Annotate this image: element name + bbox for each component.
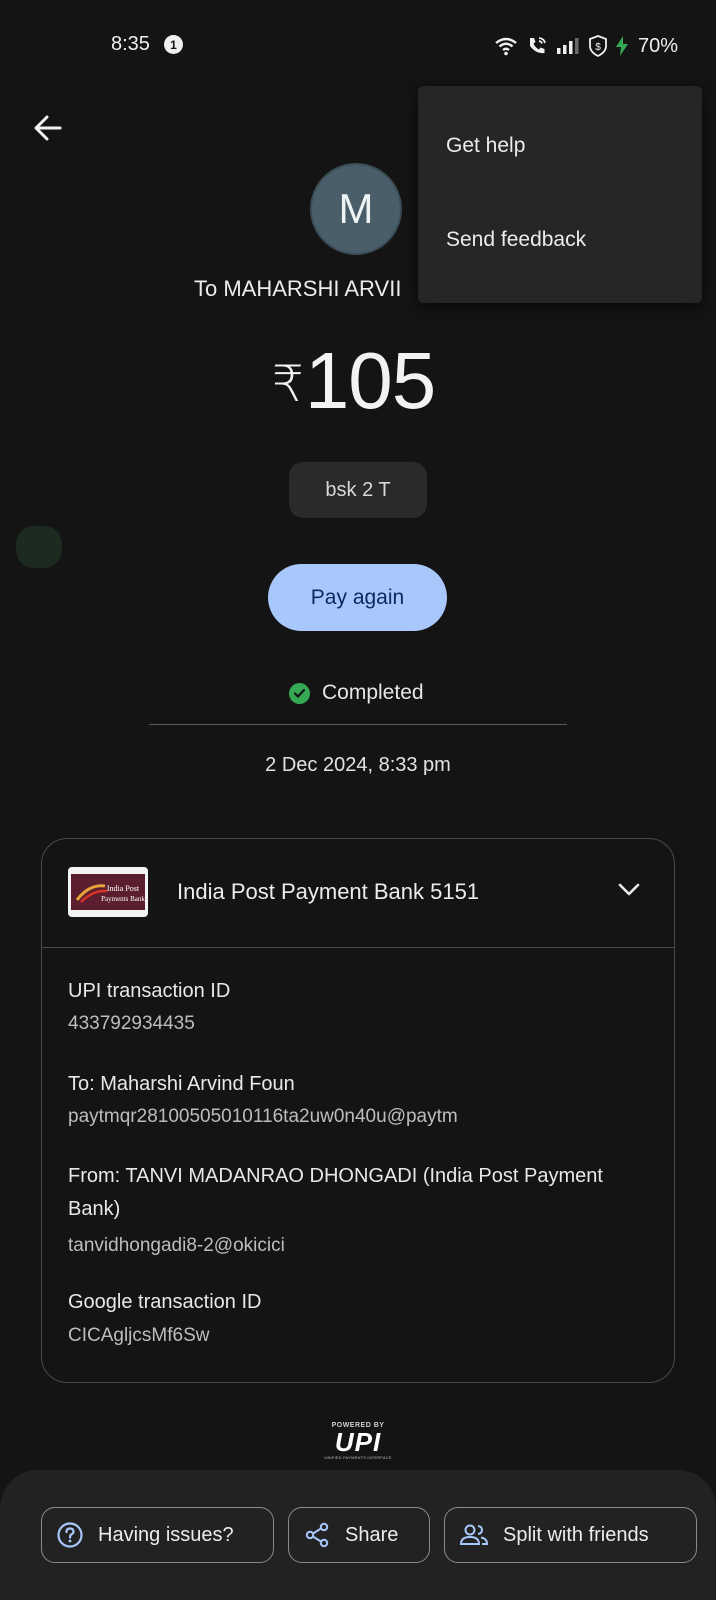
svg-text:Payments Bank: Payments Bank bbox=[101, 895, 145, 903]
recipient-label: To: Maharshi Arvind Foun bbox=[68, 1073, 295, 1095]
amount: ₹ 105 bbox=[272, 335, 436, 427]
floating-overlay-bubble[interactable] bbox=[16, 526, 62, 568]
shield-dollar-icon: $ bbox=[589, 35, 607, 57]
status-time: 8:35 bbox=[111, 33, 150, 55]
svg-text:$: $ bbox=[595, 42, 601, 53]
upi-transaction-id-value: 433792934435 bbox=[68, 1013, 195, 1034]
bank-logo: India Post Payments Bank bbox=[68, 867, 148, 917]
currency-symbol: ₹ bbox=[272, 356, 304, 412]
having-issues-label: Having issues? bbox=[98, 1523, 234, 1546]
back-button[interactable] bbox=[26, 106, 70, 150]
recipient-upi-id: paytmqr28100505010116ta2uw0n40u@paytm bbox=[68, 1106, 458, 1127]
check-circle-icon bbox=[289, 682, 310, 704]
status-text: Completed bbox=[322, 681, 424, 704]
overflow-menu: Get help Send feedback bbox=[418, 86, 702, 303]
amount-value: 105 bbox=[304, 336, 436, 425]
payee-name: To MAHARSHI ARVII bbox=[194, 276, 402, 301]
upi-logo: POWERED BY UPI UNIFIED PAYMENTS INTERFAC… bbox=[318, 1422, 398, 1466]
upi-subtitle: UNIFIED PAYMENTS INTERFACE bbox=[324, 1455, 392, 1460]
bank-account-row[interactable]: India Post Payments Bank India Post Paym… bbox=[42, 839, 674, 948]
status-icons: $ 70% bbox=[494, 33, 678, 59]
upi-wordmark: UPI bbox=[334, 1427, 382, 1457]
signal-icon bbox=[557, 38, 579, 54]
sender-upi-id: tanvidhongadi8-2@okicici bbox=[68, 1235, 285, 1256]
transaction-datetime: 2 Dec 2024, 8:33 pm bbox=[265, 754, 451, 776]
svg-text:India Post: India Post bbox=[107, 884, 140, 893]
bank-account-name: India Post Payment Bank 5151 bbox=[177, 879, 480, 904]
people-icon bbox=[459, 1524, 489, 1545]
status-badge: Completed bbox=[289, 681, 424, 705]
sender-label: From: TANVI MADANRAO DHONGADI (India Pos… bbox=[68, 1165, 603, 1220]
transaction-details-card: India Post Payments Bank India Post Paym… bbox=[41, 838, 675, 1383]
charging-bolt-icon bbox=[616, 36, 628, 56]
chevron-down-icon[interactable] bbox=[618, 883, 640, 897]
arrow-left-icon bbox=[34, 115, 62, 141]
menu-item-get-help[interactable]: Get help bbox=[446, 134, 525, 158]
split-label: Split with friends bbox=[503, 1523, 649, 1546]
help-circle-icon bbox=[57, 1522, 83, 1548]
upi-transaction-id-label: UPI transaction ID bbox=[68, 980, 231, 1002]
split-with-friends-button[interactable]: Split with friends bbox=[444, 1507, 697, 1563]
battery-percent: 70% bbox=[638, 34, 679, 57]
wifi-icon bbox=[495, 37, 517, 56]
pay-again-button[interactable]: Pay again bbox=[268, 564, 447, 631]
avatar: M bbox=[310, 163, 402, 255]
divider bbox=[149, 724, 567, 725]
wifi-calling-icon bbox=[530, 37, 546, 54]
share-icon bbox=[305, 1522, 329, 1548]
notification-count-badge: 1 bbox=[164, 35, 183, 54]
payment-note: bsk 2 T bbox=[289, 462, 427, 518]
google-transaction-id-label: Google transaction ID bbox=[68, 1291, 262, 1313]
share-label: Share bbox=[345, 1523, 399, 1546]
share-button[interactable]: Share bbox=[288, 1507, 430, 1563]
having-issues-button[interactable]: Having issues? bbox=[41, 1507, 274, 1563]
menu-item-send-feedback[interactable]: Send feedback bbox=[446, 228, 586, 252]
google-transaction-id-value: CICAgljcsMf6Sw bbox=[68, 1325, 210, 1346]
